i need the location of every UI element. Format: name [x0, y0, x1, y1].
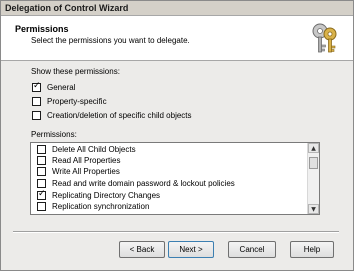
general-checkbox[interactable] — [32, 81, 41, 92]
permission-checkbox[interactable] — [37, 202, 46, 211]
permission-label: Replication synchronization — [52, 202, 150, 211]
show-creation-deletion-option[interactable]: Creation/deletion of specific child obje… — [32, 111, 192, 120]
permission-label: Write All Properties — [52, 167, 120, 176]
title-bar: Delegation of Control Wizard — [1, 1, 353, 16]
scroll-down-icon[interactable]: ▼ — [308, 204, 319, 214]
general-label: General — [47, 83, 76, 92]
permission-item[interactable]: Read and write domain password & lockout… — [37, 179, 235, 188]
show-property-specific-option[interactable]: Property-specific — [32, 97, 107, 106]
permission-label: Read All Properties — [52, 156, 121, 165]
help-button[interactable]: Help — [290, 241, 334, 258]
permission-checkbox[interactable] — [37, 156, 46, 165]
permissions-scrollbar[interactable]: ▲ ▼ — [307, 143, 319, 214]
permission-item[interactable]: Replicating Directory Changes — [37, 189, 161, 200]
page-subtitle: Select the permissions you want to deleg… — [31, 36, 190, 45]
page-title: Permissions — [15, 24, 69, 34]
wizard-window: Delegation of Control Wizard Permissions… — [0, 0, 354, 271]
permission-checkbox[interactable] — [37, 167, 46, 176]
back-button[interactable]: < Back — [119, 241, 165, 258]
creation-deletion-label: Creation/deletion of specific child obje… — [47, 111, 192, 120]
cancel-button[interactable]: Cancel — [228, 241, 276, 258]
permission-label: Read and write domain password & lockout… — [52, 179, 235, 188]
show-permissions-label: Show these permissions: — [31, 67, 120, 76]
permission-item[interactable]: Delete All Child Objects — [37, 145, 136, 154]
creation-deletion-checkbox[interactable] — [32, 111, 41, 120]
property-specific-label: Property-specific — [47, 97, 107, 106]
next-button[interactable]: Next > — [168, 241, 214, 258]
scroll-thumb[interactable] — [309, 157, 318, 169]
property-specific-checkbox[interactable] — [32, 97, 41, 106]
permission-label: Delete All Child Objects — [52, 145, 136, 154]
permissions-list[interactable]: Delete All Child Objects Read All Proper… — [30, 142, 320, 215]
permission-checkbox[interactable] — [37, 145, 46, 154]
scroll-up-icon[interactable]: ▲ — [308, 143, 319, 153]
permissions-label: Permissions: — [31, 130, 77, 139]
footer-divider — [13, 231, 339, 233]
permission-label: Replicating Directory Changes — [52, 191, 161, 200]
permission-item[interactable]: Write All Properties — [37, 167, 120, 176]
keys-icon — [312, 23, 337, 53]
permission-checkbox[interactable] — [37, 189, 46, 200]
wizard-header: Permissions Select the permissions you w… — [1, 16, 353, 61]
window-title: Delegation of Control Wizard — [5, 3, 129, 13]
permission-checkbox[interactable] — [37, 179, 46, 188]
permission-item[interactable]: Replication synchronization — [37, 202, 149, 211]
show-general-option[interactable]: General — [32, 81, 76, 92]
permission-item[interactable]: Read All Properties — [37, 156, 120, 165]
